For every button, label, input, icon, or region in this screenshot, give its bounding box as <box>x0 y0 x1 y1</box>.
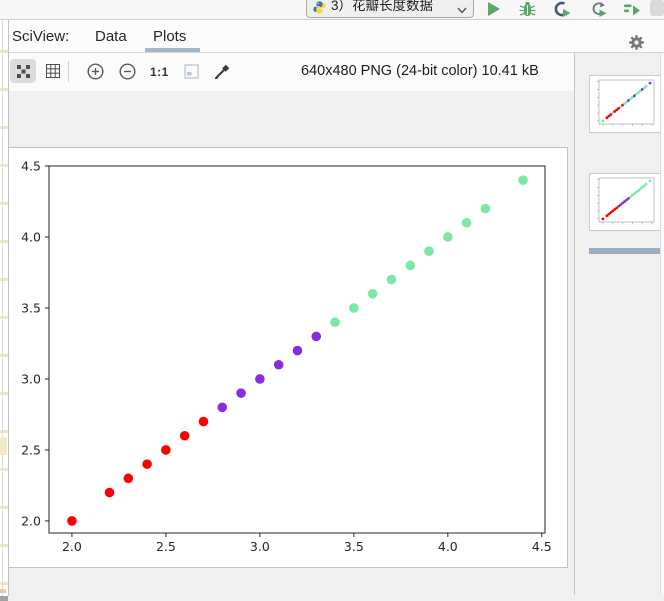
svg-text:2.0: 2.0 <box>21 513 41 528</box>
bug-icon <box>519 2 535 16</box>
svg-text:4.0: 4.0 <box>438 539 458 554</box>
window-corner-notch <box>0 596 8 601</box>
eyedropper-icon <box>215 64 230 79</box>
svg-text:4.5: 4.5 <box>532 539 552 554</box>
scatter-plot: 2.0 2.5 3.0 3.5 4.0 4.5 2.0 2.5 3.0 3.5 4.0 4.5 <box>21 159 552 555</box>
settings-button[interactable] <box>628 34 645 51</box>
plot-thumbnail-2[interactable] <box>589 173 661 231</box>
svg-text:3.5: 3.5 <box>344 539 364 554</box>
run-button[interactable] <box>484 1 502 18</box>
thumbnail-scatter-1 <box>597 79 655 126</box>
thumbnails-sidebar <box>574 53 664 595</box>
plot-thumbnail-1[interactable] <box>589 75 661 133</box>
run-config-selector[interactable]: 3）花瓣长度数据 <box>306 0 474 18</box>
zoom-in-button[interactable] <box>82 59 108 83</box>
run-with-console-button[interactable] <box>553 1 571 18</box>
gutter-highlight-mark <box>0 437 7 455</box>
scrollbar-track[interactable] <box>660 53 664 595</box>
svg-text:3.0: 3.0 <box>21 371 41 386</box>
ide-run-toolbar: 3）花瓣长度数据 <box>0 0 664 20</box>
zoom-out-icon <box>118 62 136 80</box>
gutter-divider <box>2 20 3 596</box>
active-tab-underline <box>145 48 200 52</box>
svg-text:3.5: 3.5 <box>21 300 41 315</box>
run-with-params-button[interactable] <box>622 1 640 18</box>
toolbar-separator <box>68 61 69 82</box>
image-info-text: 640x480 PNG (24-bit color) 10.41 kB <box>301 63 539 79</box>
rerun-icon <box>592 2 606 17</box>
pycharm-sciview-window: { "run_toolbar": { "config_label": "3）花瓣… <box>0 0 664 601</box>
tab-data[interactable]: Data <box>95 28 127 45</box>
sidebar-splitter-bar[interactable] <box>589 248 664 254</box>
debug-button[interactable] <box>518 1 536 18</box>
console-run-icon <box>554 1 570 17</box>
sciview-header: SciView: Data Plots <box>8 20 664 53</box>
gear-icon <box>629 35 644 50</box>
plot-image-panel[interactable]: 2.0 2.5 3.0 3.5 4.0 4.5 2.0 2.5 3.0 3.5 4.0 4.5 <box>8 147 568 568</box>
svg-text:4.5: 4.5 <box>21 159 41 174</box>
svg-text:3.0: 3.0 <box>250 539 270 554</box>
tab-plots[interactable]: Plots <box>153 28 186 45</box>
list-run-icon <box>623 4 640 16</box>
svg-text:2.5: 2.5 <box>21 442 41 457</box>
plots-panel: 1:1 640x480 PNG (24-bit color) 10.41 kB … <box>8 53 574 595</box>
actual-size-checker-icon <box>16 64 30 78</box>
one-to-one-button[interactable]: 1:1 <box>150 65 169 79</box>
plot-toolbar: 1:1 640x480 PNG (24-bit color) 10.41 kB <box>8 53 574 91</box>
fit-zoom-icon <box>183 63 199 79</box>
sciview-title: SciView: <box>12 28 70 45</box>
grid-icon <box>46 64 60 78</box>
run-config-label: 3）花瓣长度数据 <box>331 0 434 13</box>
fit-zoom-button-disabled[interactable] <box>178 59 204 83</box>
gutter-warning-mark <box>0 589 6 593</box>
zoom-in-icon <box>86 62 104 80</box>
actual-size-button[interactable] <box>10 59 36 83</box>
eyedropper-button[interactable] <box>210 59 236 83</box>
rerun-button[interactable] <box>589 1 607 18</box>
thumbnail-scatter-2 <box>597 177 655 224</box>
zoom-out-button[interactable] <box>114 59 140 83</box>
python-icon <box>313 1 326 14</box>
grid-view-button[interactable] <box>40 59 66 83</box>
svg-text:2.5: 2.5 <box>156 539 176 554</box>
svg-text:2.0: 2.0 <box>62 539 82 554</box>
play-icon <box>487 2 500 16</box>
svg-text:4.0: 4.0 <box>21 229 41 244</box>
chevron-down-icon <box>457 7 467 14</box>
toolbar-partial-button[interactable] <box>650 0 664 16</box>
